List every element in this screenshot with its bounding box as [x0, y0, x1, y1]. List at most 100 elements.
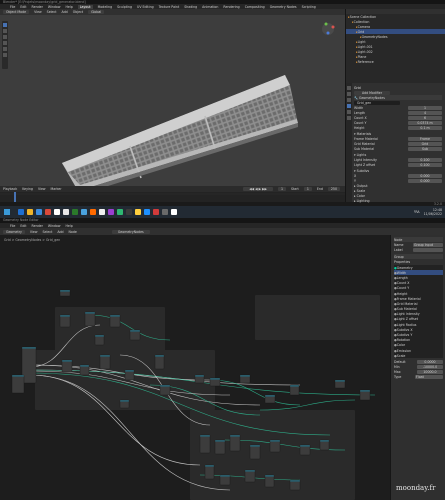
node-group-select[interactable]: GeometryNodes [111, 229, 150, 234]
menu-render[interactable]: Render [32, 5, 43, 9]
3d-viewport[interactable] [0, 15, 345, 186]
value-field[interactable]: -10000.0 [417, 364, 443, 369]
app-icon[interactable] [107, 209, 114, 215]
value-field[interactable]: 10000.0 [417, 369, 443, 374]
input-field[interactable]: 6 [408, 115, 442, 120]
app-icon[interactable] [125, 209, 132, 215]
app-icon[interactable] [170, 209, 177, 215]
menu-window[interactable]: Window [48, 5, 61, 9]
section-row-field[interactable]: 0.000 [408, 178, 442, 183]
type-field[interactable]: Float [415, 374, 443, 379]
tab-sculpting[interactable]: Sculpting [117, 5, 132, 9]
label-field[interactable] [413, 247, 443, 252]
outliner-item[interactable]: ▸ Reference [346, 59, 445, 64]
node-view-menu[interactable]: View [30, 230, 38, 234]
group-header[interactable]: Group [394, 255, 404, 259]
bottom-menu-file[interactable]: File [10, 224, 15, 228]
collapsed-section[interactable]: ▸ Lighting [354, 198, 442, 203]
add-modifier-button[interactable]: Add Modifier [354, 90, 391, 95]
bottom-menu-edit[interactable]: Edit [20, 224, 26, 228]
app-icon[interactable] [152, 209, 159, 215]
app-icon[interactable] [71, 209, 78, 215]
add-menu[interactable]: Add [62, 10, 68, 14]
section-row-field[interactable]: 0.000 [408, 173, 442, 178]
app-icon[interactable] [80, 209, 87, 215]
object-menu[interactable]: Object [73, 10, 83, 14]
app-icon[interactable] [98, 209, 105, 215]
mode-select[interactable]: Object Mode [3, 10, 30, 14]
tab-texture-paint[interactable]: Texture Paint [159, 5, 180, 9]
tab-scripting[interactable]: Scripting [302, 5, 316, 9]
section-row-field[interactable]: 0.100 [408, 157, 442, 162]
app-icon[interactable] [116, 209, 123, 215]
bottom-menu-help[interactable]: Help [65, 224, 72, 228]
select-menu[interactable]: Select [47, 10, 57, 14]
input-field[interactable]: 0.0374 m [408, 120, 442, 125]
view-menu-timeline[interactable]: View [38, 187, 46, 191]
value-field[interactable]: 0.0000 [417, 359, 443, 364]
section-row-field[interactable]: Grid [408, 141, 442, 146]
node-canvas[interactable]: Grid > GeometryNodes > Grid_gen [0, 235, 390, 500]
tab-geometry-nodes[interactable]: Geometry Nodes [270, 5, 297, 9]
tab-layout[interactable]: Layout [77, 4, 93, 9]
current-frame[interactable]: 1 [277, 187, 287, 191]
app-icon[interactable] [89, 209, 96, 215]
node-select-menu[interactable]: Select [42, 230, 52, 234]
keying-menu[interactable]: Keying [22, 187, 33, 191]
tab-modeling[interactable]: Modeling [98, 5, 113, 9]
timeline-track[interactable] [0, 192, 345, 202]
app-icon[interactable] [161, 209, 168, 215]
section-row-field[interactable]: 0.100 [408, 162, 442, 167]
app-icon[interactable] [134, 209, 141, 215]
value-label: Default [394, 359, 406, 364]
app-icon[interactable] [26, 209, 33, 215]
view-menu[interactable]: View [34, 10, 42, 14]
node-header [240, 375, 250, 377]
properties-tabs[interactable] [346, 83, 352, 202]
bottom-menu-render[interactable]: Render [32, 224, 43, 228]
group-input-label: Count X [396, 281, 410, 286]
tab-compositing[interactable]: Compositing [245, 5, 265, 9]
menu-help[interactable]: Help [65, 5, 72, 9]
playback-menu[interactable]: Playback [3, 187, 17, 191]
tab-shading[interactable]: Shading [184, 5, 197, 9]
bottom-menu-window[interactable]: Window [48, 224, 61, 228]
play-controls[interactable]: ◀◀ ◀ ▶ ▶▶ [243, 187, 273, 191]
node-group-field[interactable]: Grid_gen [354, 100, 400, 105]
app-icon[interactable] [143, 209, 150, 215]
node-header [125, 370, 134, 372]
node-node-menu[interactable]: Node [69, 230, 77, 234]
node-tab[interactable]: Node [394, 238, 402, 242]
lang-indicator[interactable]: FRA [414, 210, 420, 214]
section-row-field[interactable]: Frame [408, 136, 442, 141]
properties-header[interactable]: Properties [394, 260, 410, 264]
group-input-item[interactable]: ● Scale [394, 353, 443, 358]
menu-edit[interactable]: Edit [20, 5, 26, 9]
app-icon[interactable] [35, 209, 42, 215]
app-icon[interactable] [53, 209, 60, 215]
name-field[interactable]: Group Input [413, 242, 443, 247]
windows-start-icon[interactable] [4, 209, 10, 215]
app-icon[interactable] [62, 209, 69, 215]
editor-type-select[interactable]: Geometry [3, 229, 25, 234]
app-icon[interactable] [44, 209, 51, 215]
transform-orientation[interactable]: Global [88, 10, 105, 14]
modifier-name[interactable]: GeometryNodes [359, 96, 385, 100]
node-add-menu[interactable]: Add [57, 230, 63, 234]
tab-uv-editing[interactable]: UV Editing [137, 5, 154, 9]
app-icon[interactable] [17, 209, 24, 215]
outliner-panel: ▸ Scene Collection ▸ Collection ▸ Camera ▸ … [345, 9, 445, 83]
menu-file[interactable]: File [10, 5, 15, 9]
group-input-label: Scale [396, 353, 406, 358]
tab-rendering[interactable]: Rendering [223, 5, 239, 9]
input-field[interactable]: 1 [408, 105, 442, 110]
clock[interactable]: 12:48 11/06/2022 [424, 208, 442, 216]
input-field[interactable]: 4 [408, 110, 442, 115]
marker-menu[interactable]: Marker [51, 187, 62, 191]
end-frame[interactable]: 250 [327, 187, 340, 191]
section-row-field[interactable]: Sub [408, 146, 442, 151]
tab-animation[interactable]: Animation [202, 5, 218, 9]
group-input-label: Light Z offset [396, 317, 418, 322]
start-frame[interactable]: 1 [303, 187, 312, 191]
input-field[interactable]: 0.1 m [408, 125, 442, 130]
